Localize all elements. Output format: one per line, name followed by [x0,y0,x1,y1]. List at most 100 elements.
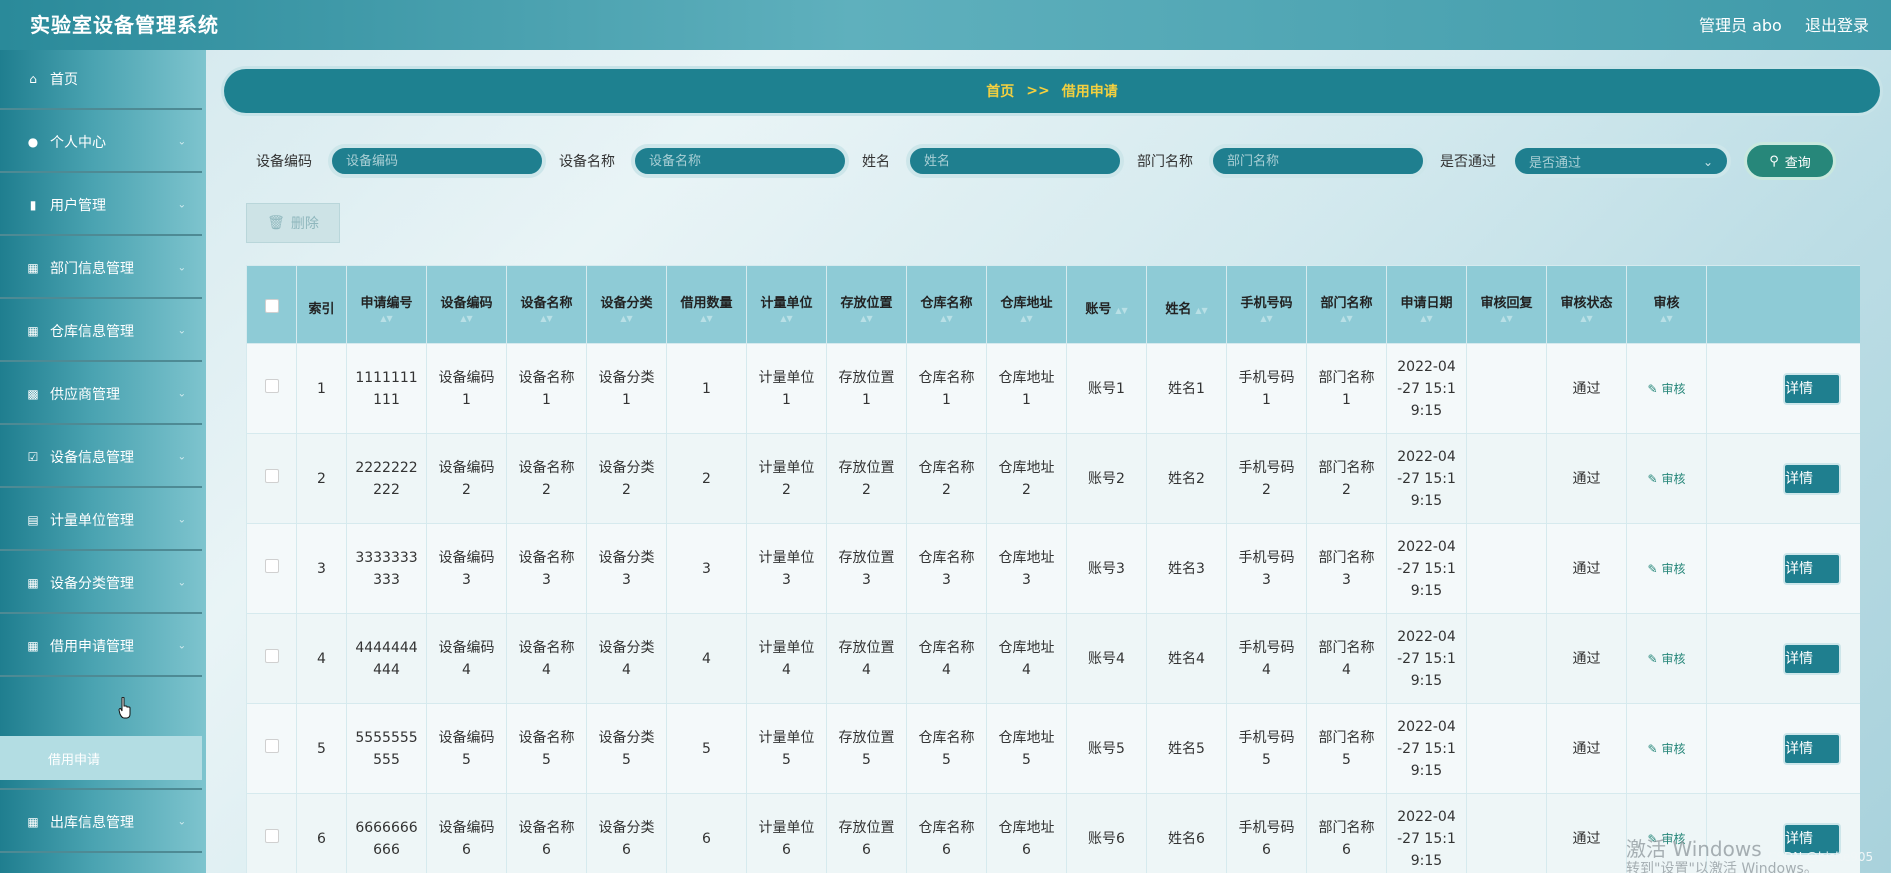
logout-button[interactable]: 退出登录 [1805,12,1869,36]
column-header-10[interactable]: 仓库地址 ▲▼ [986,265,1067,344]
column-header-label: 账号 [1085,302,1112,317]
sidebar-subitem-borrow-request[interactable]: 借用申请 [0,736,202,780]
top-bar: 实验室设备管理系统 管理员 abo 退出登录 [0,0,1891,50]
sort-icon[interactable]: ▲▼ [987,315,1066,323]
device-name-input[interactable] [631,144,849,178]
sidebar-item-8[interactable]: ▤ 计量单位管理 ⌄ [0,491,202,551]
sort-icon[interactable]: ▲▼ [1467,315,1546,323]
sort-icon[interactable]: ▲▼ [587,315,666,323]
table-cell: 手机号码 1 [1226,343,1307,434]
column-header-label: 手机号码 [1240,296,1293,311]
sort-icon[interactable]: ▲▼ [347,315,426,323]
column-header-9[interactable]: 仓库名称 ▲▼ [906,265,987,344]
audit-link[interactable]: ✎ 审核 [1648,562,1686,576]
column-header-8[interactable]: 存放位置 ▲▼ [826,265,907,344]
table-cell: 设备编码 6 [426,793,507,873]
device-code-input[interactable] [328,144,546,178]
table-cell: 3 [296,523,347,614]
row-checkbox[interactable] [264,468,279,483]
table-cell [1466,793,1547,873]
table-cell: 部门名称 4 [1306,613,1387,704]
sort-icon[interactable]: ▲▼ [1387,315,1466,323]
column-header-3[interactable]: 设备编码 ▲▼ [426,265,507,344]
detail-button[interactable]: 详情 [1783,552,1841,585]
department-name-input[interactable] [1209,144,1427,178]
breadcrumb-home[interactable]: 首页 [986,81,1014,101]
sort-icon[interactable]: ▲▼ [507,315,586,323]
bar-chart-icon: ▮ [29,198,37,212]
table-cell: 存放位置 4 [826,613,907,704]
column-header-17[interactable]: 审核状态 ▲▼ [1546,265,1627,344]
table-row: 5 5555555 555 设备编码 5 设备名称 5 设备分类 5 5 计量单位 5 存放位… [246,703,1860,794]
detail-button[interactable]: 详情 [1783,642,1841,675]
pass-status-select[interactable]: 是否通过 ⌄ [1511,144,1731,178]
sort-icon[interactable]: ▲▼ [667,315,746,323]
detail-button[interactable]: 详情 [1783,372,1841,405]
table-cell: 手机号码 5 [1226,703,1307,794]
column-header-18[interactable]: 审核 ▲▼ [1626,265,1707,344]
sidebar-item-10[interactable]: ▦ 借用申请管理 ⌄ [0,617,202,677]
sort-icon[interactable]: ▲▼ [827,315,906,323]
sidebar-item-3[interactable]: ▮ 用户管理 ⌄ [0,176,202,236]
table-cell: 通过 [1546,343,1627,434]
audit-link[interactable]: ✎ 审核 [1648,742,1686,756]
edit-icon: ✎ [1647,651,1658,666]
sidebar-item-1[interactable]: ⌂ 首页 [0,50,202,110]
column-header-14[interactable]: 部门名称 ▲▼ [1306,265,1387,344]
select-all-checkbox[interactable] [264,298,279,313]
sidebar-item-7[interactable]: ☑ 设备信息管理 ⌄ [0,428,202,488]
table-cell: 设备分类 3 [586,523,667,614]
row-checkbox[interactable] [264,378,279,393]
query-button[interactable]: ⚲ 查询 [1744,142,1836,180]
column-header-4[interactable]: 设备名称 ▲▼ [506,265,587,344]
sort-icon[interactable]: ▲▼ [1627,315,1706,323]
sidebar-item-6[interactable]: ▩ 供应商管理 ⌄ [0,365,202,425]
sidebar-item-label: 用户管理 [50,198,106,214]
column-header-5[interactable]: 设备分类 ▲▼ [586,265,667,344]
column-header-13[interactable]: 手机号码 ▲▼ [1226,265,1307,344]
detail-button[interactable]: 详情 [1783,462,1841,495]
column-header-6[interactable]: 借用数量 ▲▼ [666,265,747,344]
sort-icon[interactable]: ▲▼ [1307,315,1386,323]
row-checkbox[interactable] [264,738,279,753]
sidebar-item-label: 部门信息管理 [50,261,134,277]
row-checkbox[interactable] [264,648,279,663]
sidebar-item-4[interactable]: ▦ 部门信息管理 ⌄ [0,239,202,299]
column-header-2[interactable]: 申请编号 ▲▼ [346,265,427,344]
sidebar-item-12[interactable]: ▦ 出库信息管理 ⌄ [0,793,202,853]
home-icon: ⌂ [29,72,37,86]
audit-link[interactable]: ✎ 审核 [1648,652,1686,666]
row-checkbox[interactable] [264,558,279,573]
audit-link-label: 审核 [1661,741,1686,756]
sort-icon[interactable]: ▲▼ [427,315,506,323]
row-checkbox[interactable] [264,828,279,843]
sidebar-item-5[interactable]: ▦ 仓库信息管理 ⌄ [0,302,202,362]
sort-icon[interactable]: ▲▼ [1115,307,1127,315]
column-header-16[interactable]: 审核回复 ▲▼ [1466,265,1547,344]
detail-button[interactable]: 详情 [1783,732,1841,765]
column-header-11[interactable]: 账号 ▲▼ [1066,265,1147,344]
column-header-19[interactable]: 操 [1706,265,1860,344]
column-header-15[interactable]: 申请日期 ▲▼ [1386,265,1467,344]
grid-icon: ▦ [27,324,39,338]
audit-link-label: 审核 [1661,561,1686,576]
sort-icon[interactable]: ▲▼ [1227,315,1306,323]
table-cell: 设备分类 2 [586,433,667,524]
audit-cell: ✎ 审核 [1626,703,1707,794]
table-cell: 6 [296,793,347,873]
sort-icon[interactable]: ▲▼ [1195,307,1207,315]
delete-button[interactable]: 🗑 删除 [246,203,340,243]
sidebar-item-2[interactable]: ● 个人中心 ⌄ [0,113,202,173]
audit-link[interactable]: ✎ 审核 [1648,382,1686,396]
sort-icon[interactable]: ▲▼ [907,315,986,323]
sidebar-item-9[interactable]: ▦ 设备分类管理 ⌄ [0,554,202,614]
table-cell: 5555555 555 [346,703,427,794]
column-header-1[interactable]: 索引 [296,265,347,344]
audit-cell: ✎ 审核 [1626,523,1707,614]
name-input[interactable] [906,144,1124,178]
sort-icon[interactable]: ▲▼ [1547,315,1626,323]
audit-link[interactable]: ✎ 审核 [1648,472,1686,486]
sort-icon[interactable]: ▲▼ [747,315,826,323]
column-header-7[interactable]: 计量单位 ▲▼ [746,265,827,344]
column-header-12[interactable]: 姓名 ▲▼ [1146,265,1227,344]
